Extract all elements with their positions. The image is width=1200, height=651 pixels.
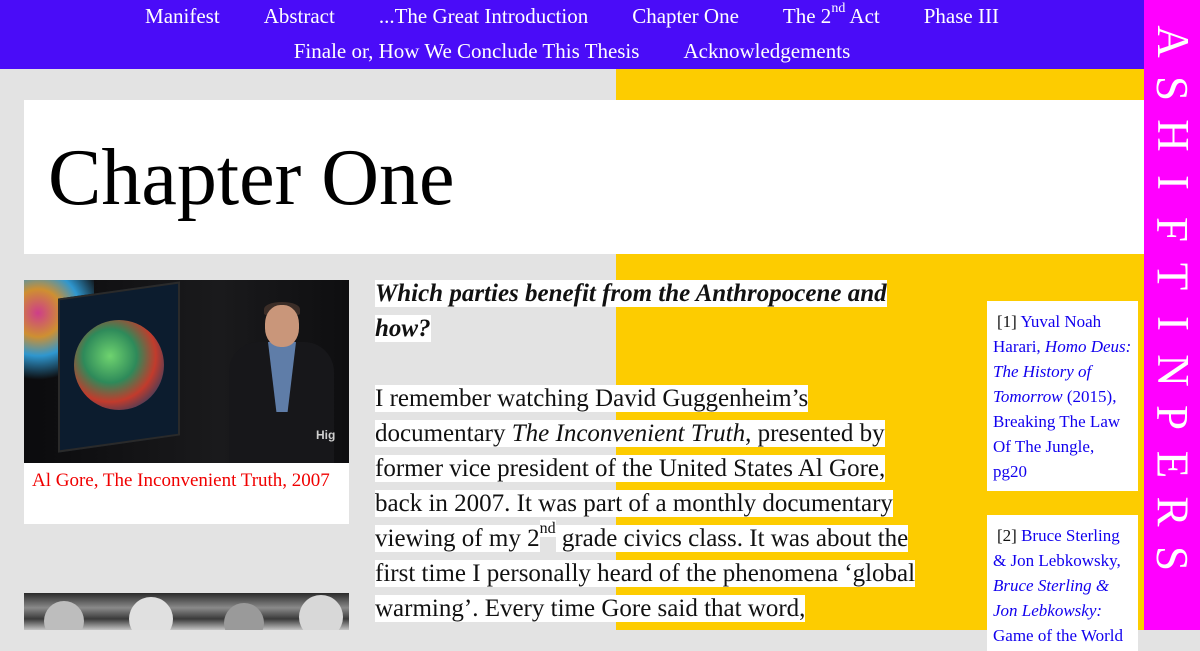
side-letter: H: [1147, 119, 1198, 152]
nav-link-phase-iii[interactable]: Phase III: [924, 4, 999, 28]
chapter-paragraph: I remember watching David Guggenheim’s d…: [375, 381, 935, 626]
photo-speaker-head: [265, 305, 299, 347]
side-letter: A: [1147, 25, 1198, 58]
side-letter: N: [1147, 354, 1198, 387]
nav-link-chapter-one[interactable]: Chapter One: [632, 4, 739, 28]
footnote-link[interactable]: Yuval Noah Harari, Homo Deus: The Histor…: [993, 312, 1131, 481]
side-letter: S: [1147, 545, 1198, 572]
nav-link-abstract[interactable]: Abstract: [264, 4, 335, 28]
photo-figure: [44, 601, 84, 630]
footnote-rest: Game of the World: [993, 626, 1124, 645]
paragraph-sup: nd: [539, 519, 556, 537]
side-letter: I: [1147, 175, 1198, 190]
side-letter: S: [1147, 75, 1198, 102]
footnote-2: [2] Bruce Sterling & Jon Lebkowsky, Bruc…: [987, 515, 1138, 651]
photo-globe-graphic: [74, 320, 164, 410]
side-letter: E: [1147, 450, 1198, 479]
footnote-number: [2]: [997, 526, 1017, 545]
nav-second-act-pre: The 2: [782, 4, 832, 28]
nav-second-act-sup: nd: [831, 1, 846, 16]
page-title-box: Chapter One: [24, 100, 1144, 254]
photo-figure: [129, 597, 173, 630]
photo-stage-text: Hig: [316, 428, 336, 442]
chapter-question: Which parties benefit from the Anthropoc…: [375, 276, 935, 346]
top-navigation: Manifest Abstract ...The Great Introduct…: [0, 0, 1144, 69]
side-letter: P: [1147, 404, 1198, 431]
crowd-photo: [24, 593, 349, 630]
paragraph-film-title: The Inconvenient Truth: [511, 420, 746, 447]
nav-link-finale[interactable]: Finale or, How We Conclude This Thesis: [294, 39, 640, 63]
side-letter: I: [1147, 316, 1198, 331]
footnote-number: [1]: [997, 312, 1017, 331]
photo-figure: [299, 595, 343, 630]
photo-figure: [224, 603, 264, 630]
nav-link-acknowledgements[interactable]: Acknowledgements: [683, 39, 850, 63]
nav-row-2: Finale or, How We Conclude This Thesis A…: [0, 39, 1144, 63]
nav-second-act-post: Act: [845, 4, 880, 28]
chapter-question-text: Which parties benefit from the Anthropoc…: [375, 280, 887, 342]
nav-row-1: Manifest Abstract ...The Great Introduct…: [0, 1, 1144, 29]
al-gore-photo: Hig: [24, 280, 349, 463]
nav-link-introduction[interactable]: ...The Great Introduction: [379, 4, 588, 28]
chapter-body: Which parties benefit from the Anthropoc…: [375, 276, 935, 626]
page-title: Chapter One: [48, 134, 455, 222]
side-letter: T: [1147, 262, 1198, 291]
side-letter: F: [1147, 216, 1198, 243]
nav-link-manifest[interactable]: Manifest: [145, 4, 220, 28]
footnote-1: [1] Yuval Noah Harari, Homo Deus: The Hi…: [987, 301, 1138, 491]
side-title-bar: A S H I F T I N P E R S: [1144, 0, 1200, 630]
nav-link-second-act[interactable]: The 2nd Act: [782, 1, 880, 29]
footnote-title: Bruce Sterling & Jon Lebkowsky:: [993, 576, 1110, 620]
side-letter: R: [1147, 496, 1198, 527]
photo-caption: Al Gore, The Inconvenient Truth, 2007: [24, 463, 349, 524]
side-title-letters: A S H I F T I N P E R S: [1144, 18, 1200, 582]
